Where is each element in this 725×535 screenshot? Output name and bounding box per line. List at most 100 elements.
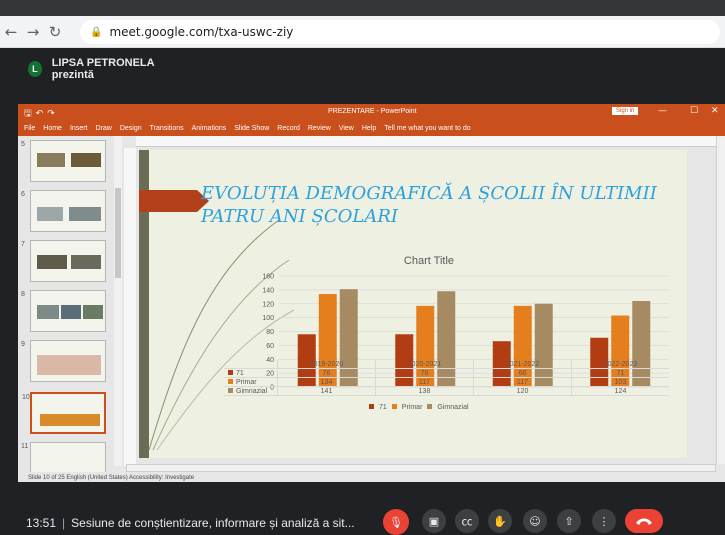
tab-file[interactable]: File [24, 125, 35, 132]
series-label: 71 [224, 369, 277, 377]
x-tick-label: 2019-2020 [277, 360, 375, 368]
y-tick-label: 120 [262, 301, 274, 308]
captions-icon[interactable]: ㏄ [455, 509, 479, 533]
tab-record[interactable]: Record [277, 125, 300, 132]
meeting-time: 13:51 [26, 516, 57, 530]
avatar: L [28, 61, 42, 77]
legend-entry: Gimnazial [427, 404, 469, 411]
x-tick-label: 2020-2021 [375, 360, 473, 368]
data-label: 120 [473, 387, 571, 395]
slide-canvas[interactable]: EVOLUȚIA DEMOGRAFICĂ A ȘCOLII ÎN ULTIMII… [139, 150, 687, 458]
slide-horizontal-scrollbar[interactable] [126, 464, 716, 472]
tab-design[interactable]: Design [120, 125, 142, 132]
data-label: 141 [277, 387, 375, 395]
tab-home[interactable]: Home [43, 125, 62, 132]
meeting-title: Sesiune de conștientizare, informare și … [71, 516, 355, 530]
legend-entry: Primar [391, 404, 422, 411]
presenter-label: LIPSA PETRONELA prezintă [51, 57, 155, 81]
chart-legend: 71 Primar Gimnazial [369, 404, 474, 411]
tab-slide-show[interactable]: Slide Show [234, 125, 269, 132]
data-label: 124 [571, 387, 669, 395]
tab-animations[interactable]: Animations [192, 125, 227, 132]
thumbnail-slide-10[interactable]: 10 [22, 392, 106, 434]
x-tick-label: 2022-2023 [571, 360, 669, 368]
browser-toolbar: ← → ↻ 🔒 meet.google.com/txa-uswc-ziy [0, 16, 725, 48]
slide-thumbnails: 5 6 7 8 9 10 11 [18, 136, 126, 484]
tab-transitions[interactable]: Transitions [150, 125, 184, 132]
maximize-icon[interactable]: ☐ [690, 106, 698, 116]
data-label: 117 [375, 378, 473, 386]
y-tick-label: 160 [262, 274, 274, 281]
camera-icon[interactable]: ▣ [422, 509, 446, 533]
thumbnail-slide-7[interactable]: 7 [21, 240, 106, 282]
horizontal-ruler [136, 136, 716, 147]
chart-data-table: 2019-2020 2020-2021 2021-2022 2022-2023 71 76… [224, 360, 669, 396]
y-tick-label: 100 [262, 315, 274, 322]
chart-title: Chart Title [403, 255, 455, 267]
series-label: Gimnazial [224, 387, 277, 395]
thumbnail-slide-5[interactable]: 5 [21, 140, 106, 182]
shared-screen: 🖫↶↷ PREZENTARE - PowerPoint Sign in — ☐ … [18, 104, 725, 484]
back-icon[interactable]: ← [0, 23, 22, 41]
data-table-row: Gimnazial 141 138 120 124 [224, 387, 669, 396]
present-icon[interactable]: ⇧ [557, 509, 581, 533]
data-label: 134 [277, 378, 375, 386]
hang-up-icon[interactable] [625, 509, 663, 533]
data-label: 117 [473, 378, 571, 386]
tab-draw[interactable]: Draw [95, 125, 111, 132]
series-swatch [228, 370, 233, 375]
forward-icon[interactable]: → [22, 23, 44, 41]
tab-help[interactable]: Help [362, 125, 376, 132]
emoji-icon[interactable]: ☺ [523, 509, 547, 533]
reload-icon[interactable]: ↻ [44, 23, 66, 41]
tab-review[interactable]: Review [308, 125, 331, 132]
tab-insert[interactable]: Insert [70, 125, 88, 132]
slide-title-marker [139, 190, 209, 212]
data-label: 76 [277, 369, 375, 377]
legend-swatch [369, 404, 374, 409]
y-tick-label: 140 [262, 287, 274, 294]
thumbnail-slide-8[interactable]: 8 [21, 290, 106, 332]
x-tick-label: 2021-2022 [473, 360, 571, 368]
data-label: 138 [375, 387, 473, 395]
meeting-info: 13:51 | Sesiune de conștientizare, informa… [26, 516, 355, 530]
legend-swatch [391, 404, 397, 409]
data-table-header: 2019-2020 2020-2021 2021-2022 2022-2023 [224, 360, 669, 369]
browser-tab-strip [0, 0, 725, 16]
y-tick-label: 60 [266, 343, 274, 350]
more-icon[interactable]: ⋮ [592, 509, 616, 533]
series-swatch [228, 388, 233, 393]
close-icon[interactable]: ✕ [711, 106, 719, 116]
address-bar[interactable]: 🔒 meet.google.com/txa-uswc-ziy [80, 20, 720, 44]
series-swatch [228, 379, 233, 384]
data-label: 103 [571, 378, 669, 386]
data-table-row: 71 76 76 66 71 [224, 369, 669, 378]
mic-off-icon[interactable]: 🎙 [383, 509, 409, 535]
series-label: Primar [224, 378, 277, 386]
ppt-window-title: PREZENTARE - PowerPoint [328, 108, 417, 115]
sign-in-button[interactable]: Sign in [612, 107, 639, 115]
legend-swatch [427, 404, 433, 409]
presenter-chip: L LIPSA PETRONELA prezintă [28, 57, 178, 81]
data-label: 76 [375, 369, 473, 377]
data-label: 71 [571, 369, 669, 377]
url-text: meet.google.com/txa-uswc-ziy [109, 25, 294, 39]
thumbnail-scrollbar[interactable] [114, 136, 122, 466]
thumbnail-slide-9[interactable]: 9 [21, 340, 106, 382]
y-tick-label: 80 [266, 329, 274, 336]
data-table-row: Primar 134 117 117 103 [224, 378, 669, 387]
ppt-title-bar: 🖫↶↷ PREZENTARE - PowerPoint Sign in — ☐ … [18, 104, 725, 120]
data-label: 66 [473, 369, 571, 377]
slide-title: EVOLUȚIA DEMOGRAFICĂ A ȘCOLII ÎN ULTIMII… [201, 183, 657, 227]
raise-hand-icon[interactable]: ✋ [488, 509, 512, 533]
thumbnail-slide-6[interactable]: 6 [21, 190, 106, 232]
tab-view[interactable]: View [339, 125, 354, 132]
thumbnail-scroll-thumb[interactable] [115, 188, 121, 278]
slide-vertical-scrollbar[interactable] [716, 136, 725, 464]
legend-entry: 71 [369, 404, 387, 411]
tell-me-search[interactable]: Tell me what you want to do [384, 125, 470, 132]
lock-icon: 🔒 [90, 26, 103, 38]
ribbon-tabs: File Home Insert Draw Design Transitions… [18, 120, 725, 136]
minimize-icon[interactable]: — [658, 106, 667, 116]
vertical-ruler [124, 148, 136, 466]
